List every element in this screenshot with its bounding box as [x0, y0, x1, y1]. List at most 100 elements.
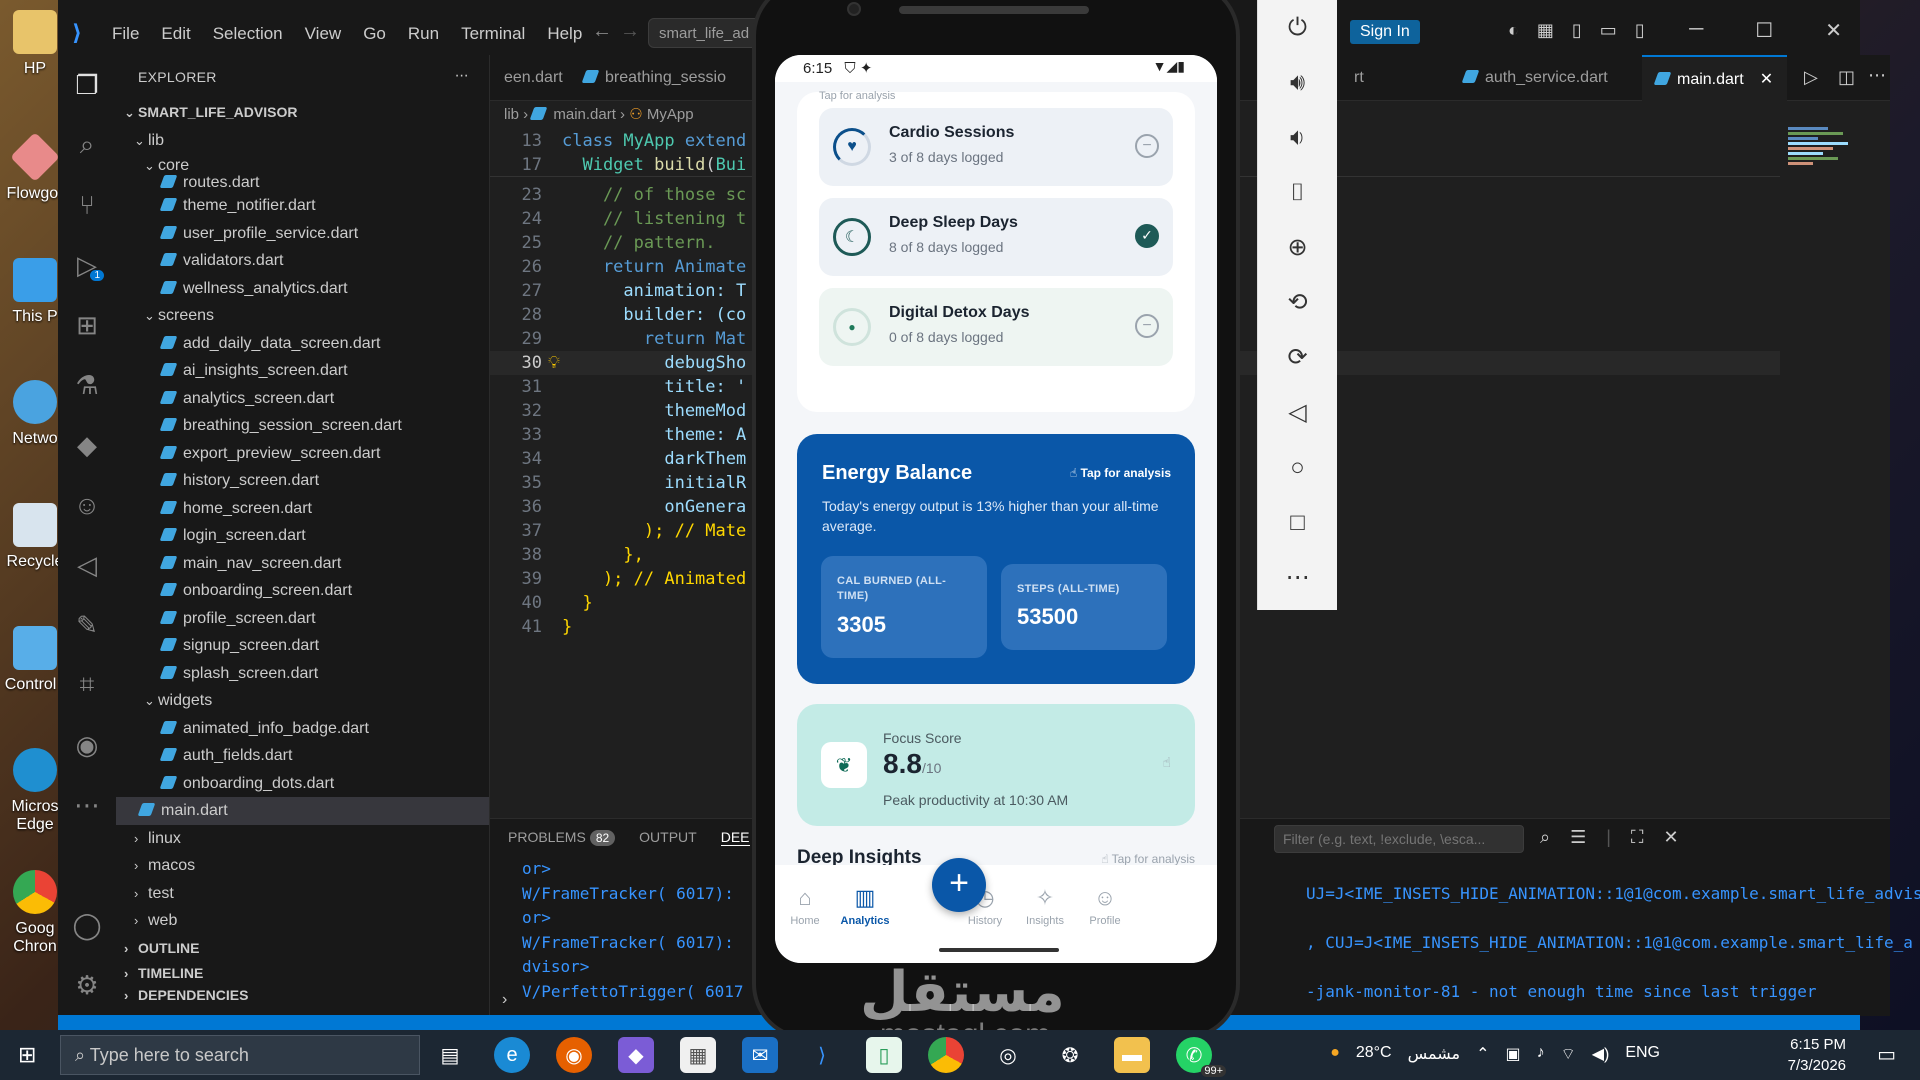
toggle-secondary-sidebar-icon[interactable]: ▯: [1635, 20, 1645, 41]
windows-start-icon[interactable]: ⊞: [18, 1042, 36, 1068]
menu-help[interactable]: Help: [547, 24, 582, 44]
file-screen-2[interactable]: analytics_screen.dart: [116, 385, 489, 413]
tab-main-dart[interactable]: main.dart ✕: [1642, 55, 1788, 101]
lightbulb-icon[interactable]: 💡︎: [548, 351, 560, 375]
volume-icon[interactable]: ◀): [1592, 1044, 1610, 1064]
file-core-0[interactable]: routes.dart: [116, 174, 489, 192]
clear-console-icon[interactable]: ☰: [1570, 827, 1586, 848]
file-screen-7[interactable]: login_screen.dart: [116, 522, 489, 550]
pen-icon[interactable]: ✎: [58, 595, 116, 655]
file-core-3[interactable]: validators.dart: [116, 247, 489, 275]
explorer-icon[interactable]: ❐: [58, 55, 116, 115]
scan-icon[interactable]: ⌗: [58, 655, 116, 715]
file-screen-12[interactable]: splash_screen.dart: [116, 660, 489, 688]
nav-home[interactable]: ⌂ Home: [775, 885, 835, 927]
console-input-chevron-icon[interactable]: ›: [502, 991, 507, 1009]
folder-linux[interactable]: › linux: [116, 825, 489, 853]
tab-rt[interactable]: rt: [1340, 55, 1378, 101]
toggle-sidebar-icon[interactable]: ▯: [1572, 20, 1582, 41]
whatsapp-icon[interactable]: ✆ 99+: [1176, 1037, 1226, 1077]
file-explorer-icon[interactable]: ▬: [1114, 1037, 1150, 1073]
edge-icon[interactable]: e: [494, 1037, 530, 1073]
run-debug-icon[interactable]: ▷ 1: [58, 235, 116, 295]
file-screen-1[interactable]: ai_insights_screen.dart: [116, 357, 489, 385]
tab-auth-service[interactable]: auth_service.dart: [1450, 55, 1622, 101]
copilot-chat-icon[interactable]: ☺: [58, 475, 116, 535]
breadcrumb-item[interactable]: lib: [504, 106, 519, 123]
power-icon[interactable]: ⏻: [1258, 0, 1337, 55]
file-screen-10[interactable]: profile_screen.dart: [116, 605, 489, 633]
folder-widgets[interactable]: ⌄ widgets: [116, 687, 489, 715]
outline-section[interactable]: › OUTLINE: [116, 935, 489, 963]
habit-digital-detox[interactable]: ● Digital Detox Days 0 of 8 days logged …: [819, 288, 1173, 366]
file-screen-5[interactable]: history_screen.dart: [116, 467, 489, 495]
weather-temp[interactable]: 28°C: [1356, 1044, 1392, 1064]
editor-more-icon[interactable]: ⋯: [1868, 65, 1886, 86]
rotate-left-icon[interactable]: ⟲: [1258, 275, 1337, 330]
more-icon[interactable]: ⋯: [58, 775, 116, 835]
menu-view[interactable]: View: [305, 24, 342, 44]
tab-output[interactable]: OUTPUT: [639, 829, 697, 846]
folder-lib[interactable]: ⌄ lib: [116, 127, 489, 155]
home-circle-icon[interactable]: ○: [1258, 440, 1337, 495]
close-window-icon[interactable]: ✕: [1825, 18, 1842, 43]
python-icon[interactable]: ◆: [58, 415, 116, 475]
file-screen-4[interactable]: export_preview_screen.dart: [116, 440, 489, 468]
menu-go[interactable]: Go: [363, 24, 386, 44]
testing-icon[interactable]: ⚗: [58, 355, 116, 415]
tab-problems[interactable]: PROBLEMS 82: [508, 829, 616, 846]
meet-icon[interactable]: ▣: [1506, 1044, 1521, 1064]
search-icon[interactable]: ⌕: [58, 115, 116, 175]
file-widget-0[interactable]: animated_info_badge.dart: [116, 715, 489, 743]
android-emulator-icon[interactable]: ▯: [866, 1037, 902, 1073]
overview-square-icon[interactable]: □: [1258, 495, 1337, 550]
source-control-icon[interactable]: ⑂: [58, 175, 116, 235]
firefox-icon[interactable]: ◉: [556, 1037, 592, 1073]
folder-macos[interactable]: › macos: [116, 852, 489, 880]
file-screen-8[interactable]: main_nav_screen.dart: [116, 550, 489, 578]
nav-insights[interactable]: ✧ Insights: [1015, 885, 1075, 927]
notifications-icon[interactable]: ▭: [1877, 1042, 1896, 1067]
file-screen-0[interactable]: add_daily_data_screen.dart: [116, 330, 489, 358]
file-screen-11[interactable]: signup_screen.dart: [116, 632, 489, 660]
sign-in-button[interactable]: Sign In: [1350, 20, 1420, 44]
split-editor-icon[interactable]: ◫: [1838, 67, 1855, 88]
back-icon[interactable]: ◁: [1258, 385, 1337, 440]
folder-web[interactable]: › web: [116, 907, 489, 935]
habit-deep-sleep[interactable]: ☾ Deep Sleep Days 8 of 8 days logged ✓: [819, 198, 1173, 276]
settings-gear-icon[interactable]: ⚙: [58, 955, 116, 1015]
close-panel-icon[interactable]: ✕: [1664, 827, 1679, 848]
file-main-dart[interactable]: main.dart: [116, 797, 489, 825]
focus-score-card[interactable]: ❦ Focus Score 8.8/10 Peak productivity a…: [797, 704, 1195, 826]
file-screen-6[interactable]: home_screen.dart: [116, 495, 489, 523]
language-indicator[interactable]: ENG: [1625, 1044, 1660, 1064]
extensions-icon[interactable]: ⊞: [58, 295, 116, 355]
file-core-2[interactable]: user_profile_service.dart: [116, 220, 489, 248]
find-icon[interactable]: ⌕: [1540, 827, 1550, 848]
taskbar-clock[interactable]: 6:15 PM 7/3/2026: [1788, 1034, 1846, 1076]
emulator-more-icon[interactable]: ⋯: [1258, 550, 1337, 605]
obs-icon[interactable]: ◎: [990, 1037, 1026, 1073]
habit-cardio[interactable]: ♥ Cardio Sessions 3 of 8 days logged −: [819, 108, 1173, 186]
flutter-icon[interactable]: ◁: [58, 535, 116, 595]
volume-up-icon[interactable]: 🔊︎: [1258, 55, 1337, 110]
wifi-icon[interactable]: ⌔: [1561, 1044, 1576, 1064]
filter-input[interactable]: [1274, 825, 1524, 853]
store-icon[interactable]: ▦: [680, 1037, 716, 1073]
remote-explorer-icon[interactable]: ◉: [58, 715, 116, 775]
run-icon[interactable]: ▷: [1804, 67, 1818, 88]
file-screen-9[interactable]: onboarding_screen.dart: [116, 577, 489, 605]
taskbar-search[interactable]: ⌕ Type here to search: [60, 1035, 420, 1075]
menu-selection[interactable]: Selection: [213, 24, 283, 44]
gesture-bar[interactable]: [939, 948, 1059, 952]
minimap[interactable]: [1788, 125, 1868, 205]
m365-icon[interactable]: ◆: [618, 1037, 654, 1073]
weather-text[interactable]: مشمس: [1408, 1044, 1461, 1064]
rotate-right-icon[interactable]: ⟳: [1258, 330, 1337, 385]
energy-balance-card[interactable]: Energy Balance ☝ Tap for analysis Today'…: [797, 434, 1195, 684]
scroll-content[interactable]: Tap for analysis ♥ Cardio Sessions 3 of …: [775, 82, 1217, 963]
breadcrumb-item[interactable]: main.dart: [553, 106, 616, 123]
project-folder[interactable]: ⌄ SMART_LIFE_ADVISOR: [116, 99, 489, 127]
add-fab-button[interactable]: +: [932, 858, 986, 912]
screenshot-camera-icon[interactable]: ⌷: [1258, 165, 1337, 220]
